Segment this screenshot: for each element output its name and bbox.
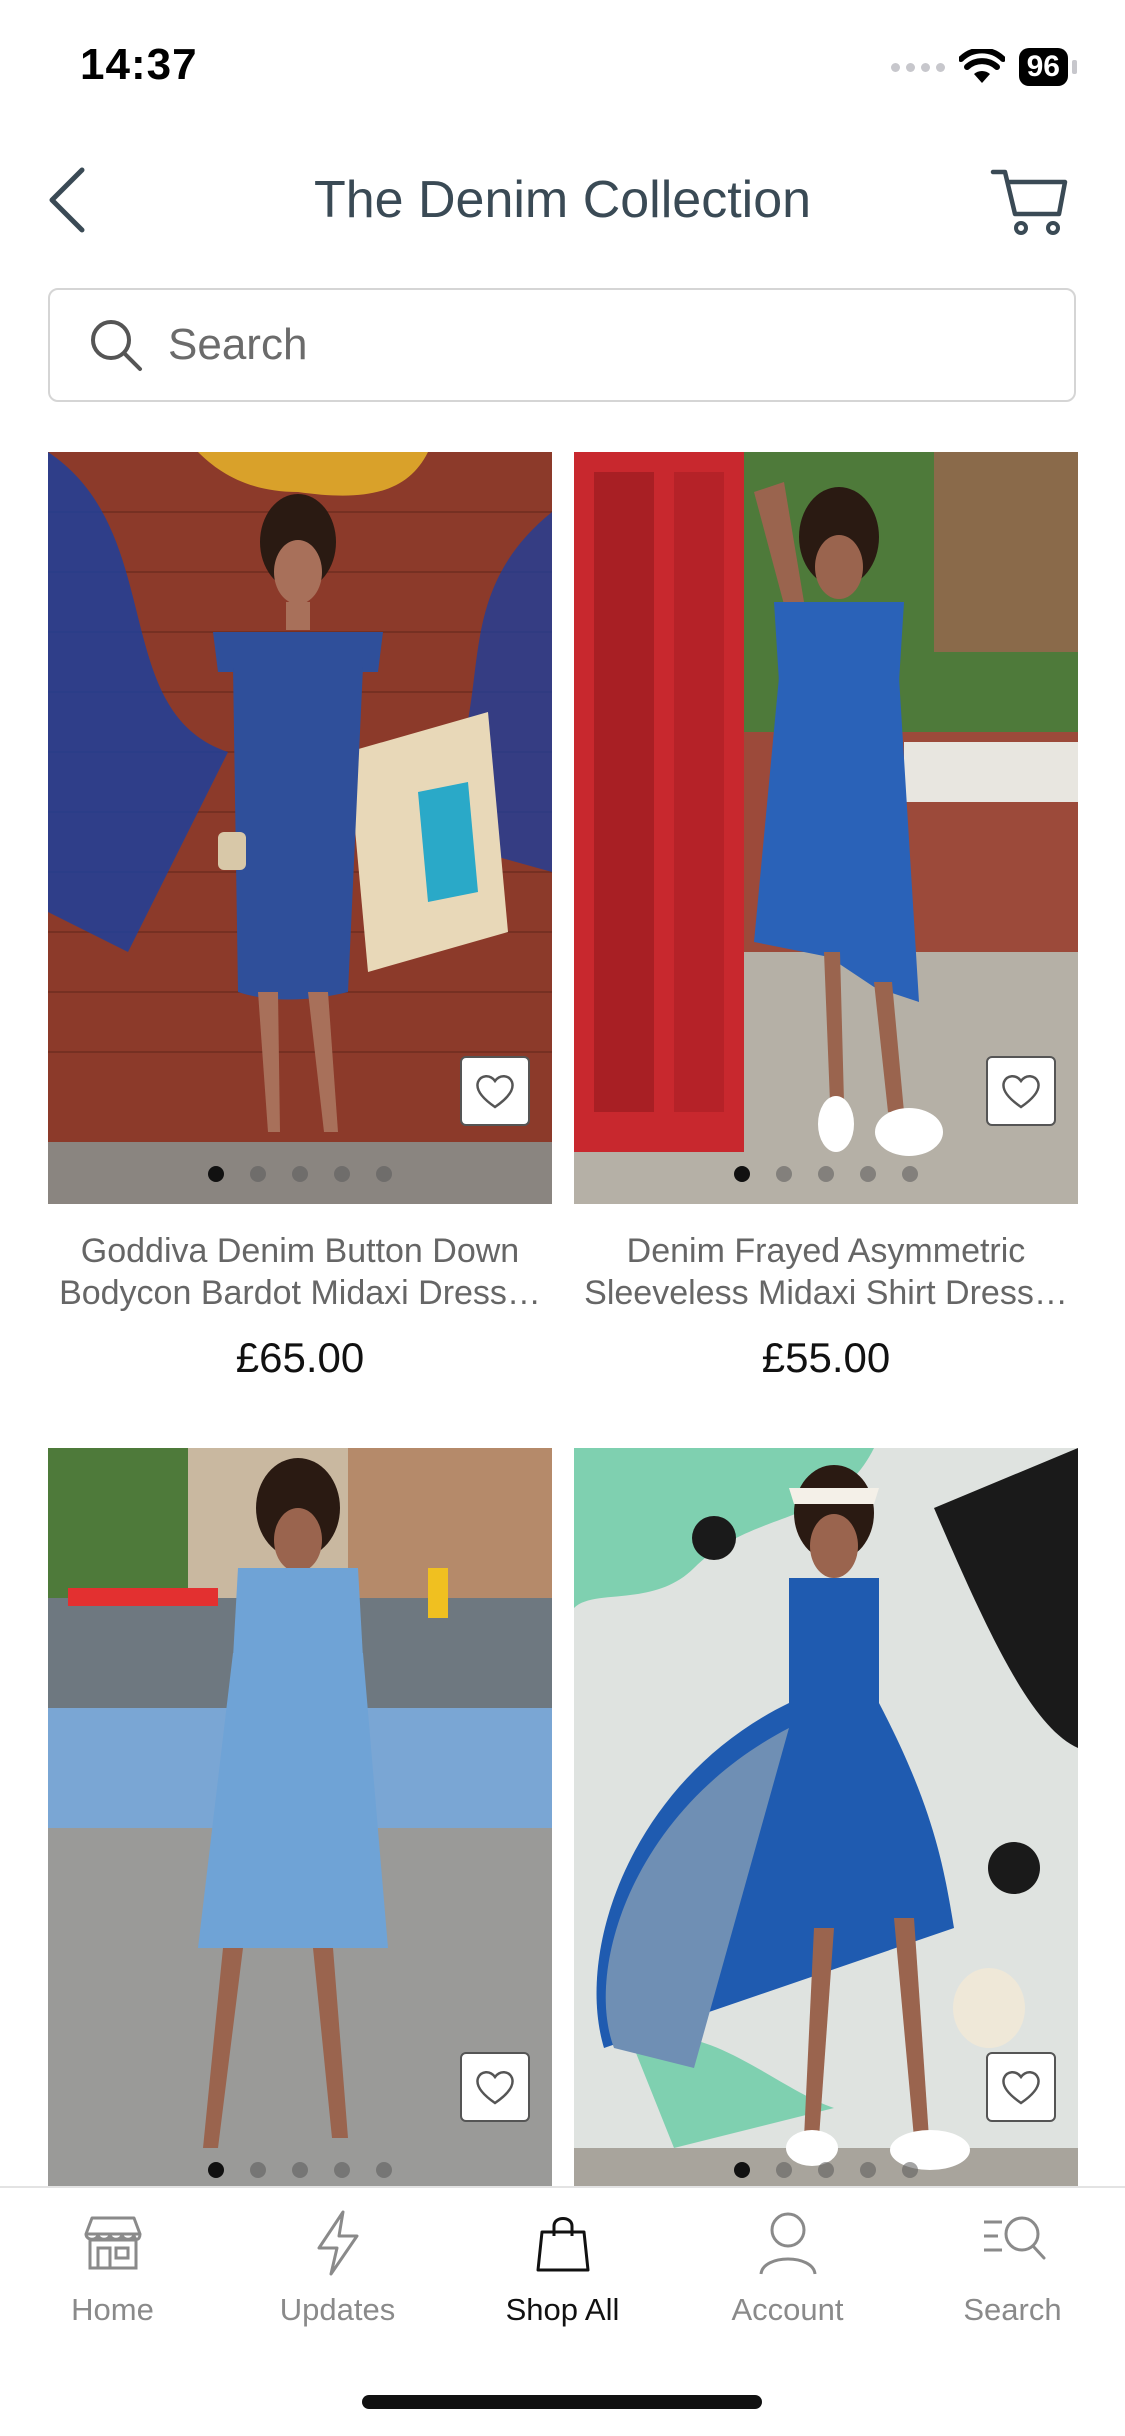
favorite-button[interactable] (460, 1056, 530, 1126)
person-icon (759, 2212, 816, 2275)
carousel-dot[interactable] (818, 1166, 834, 1182)
carousel-dot[interactable] (208, 2162, 224, 2178)
search-input[interactable] (168, 320, 1028, 370)
image-carousel-dots (574, 2162, 1078, 2178)
tab-search[interactable]: Search (900, 2208, 1125, 2328)
favorite-button[interactable] (986, 2052, 1056, 2122)
tab-label: Home (71, 2292, 154, 2327)
product-price: £65.00 (235, 1334, 365, 1381)
search-bar[interactable] (48, 288, 1076, 402)
cellular-signal-icon (890, 62, 945, 72)
product-card[interactable] (574, 1448, 1078, 2200)
carousel-dot[interactable] (292, 1166, 308, 1182)
shop-front-icon (84, 2216, 141, 2270)
carousel-dot[interactable] (334, 2162, 350, 2178)
battery-tip (1072, 60, 1077, 74)
favorite-button[interactable] (986, 1056, 1056, 1126)
tab-label: Shop All (505, 2292, 620, 2327)
lightning-icon (317, 2210, 358, 2276)
tab-label: Search (963, 2292, 1062, 2327)
cart-icon (990, 169, 1068, 235)
carousel-dot[interactable] (292, 2162, 308, 2178)
cart-button[interactable] (989, 164, 1069, 238)
product-price: £55.00 (761, 1334, 891, 1381)
home-indicator[interactable] (362, 2395, 762, 2409)
tab-account[interactable]: Account (675, 2208, 900, 2328)
carousel-dot[interactable] (776, 1166, 792, 1182)
carousel-dot[interactable] (334, 1166, 350, 1182)
status-bar: 14:37 96 (0, 0, 1125, 140)
heart-icon (1002, 2071, 1040, 2105)
tab-updates[interactable]: Updates (225, 2208, 450, 2328)
product-name[interactable]: Denim Frayed Asymmetric Sleeveless Midax… (574, 1230, 1078, 1314)
battery-indicator: 96 (1018, 48, 1068, 86)
image-carousel-dots (48, 2162, 552, 2178)
product-card[interactable]: Goddiva Denim Button Down Bodycon Bardot… (48, 452, 552, 1382)
page-title: The Denim Collection (313, 171, 812, 229)
search-icon (91, 320, 142, 371)
carousel-dot[interactable] (902, 1166, 918, 1182)
carousel-dot[interactable] (250, 1166, 266, 1182)
carousel-dot[interactable] (734, 2162, 750, 2178)
carousel-dot[interactable] (860, 2162, 876, 2178)
product-card[interactable] (48, 1448, 552, 2200)
search-list-icon (983, 2216, 1045, 2260)
product-image[interactable] (574, 1448, 1078, 2200)
header: The Denim Collection (0, 150, 1125, 250)
carousel-dot[interactable] (818, 2162, 834, 2178)
tab-label: Updates (279, 2292, 396, 2327)
shopping-bag-icon (536, 2217, 589, 2272)
tab-home[interactable]: Home (0, 2208, 225, 2328)
carousel-dot[interactable] (902, 2162, 918, 2178)
product-name[interactable]: Goddiva Denim Button Down Bodycon Bardot… (48, 1230, 552, 1314)
product-image[interactable] (48, 452, 552, 1204)
image-carousel-dots (574, 1166, 1078, 1182)
status-time: 14:37 (80, 40, 198, 89)
carousel-dot[interactable] (250, 2162, 266, 2178)
heart-icon (476, 2071, 514, 2105)
status-indicators: 96 (890, 48, 1077, 86)
carousel-dot[interactable] (860, 1166, 876, 1182)
heart-icon (1002, 1075, 1040, 1109)
image-carousel-dots (48, 1166, 552, 1182)
favorite-button[interactable] (460, 2052, 530, 2122)
heart-icon (476, 1075, 514, 1109)
carousel-dot[interactable] (734, 1166, 750, 1182)
product-image[interactable] (574, 452, 1078, 1204)
carousel-dot[interactable] (376, 2162, 392, 2178)
product-image[interactable] (48, 1448, 552, 2200)
tab-shop-all[interactable]: Shop All (450, 2208, 675, 2328)
wifi-icon (958, 49, 1005, 83)
product-card[interactable]: Denim Frayed Asymmetric Sleeveless Midax… (574, 452, 1078, 1382)
carousel-dot[interactable] (776, 2162, 792, 2178)
tab-label: Account (731, 2292, 844, 2327)
carousel-dot[interactable] (208, 1166, 224, 1182)
carousel-dot[interactable] (376, 1166, 392, 1182)
